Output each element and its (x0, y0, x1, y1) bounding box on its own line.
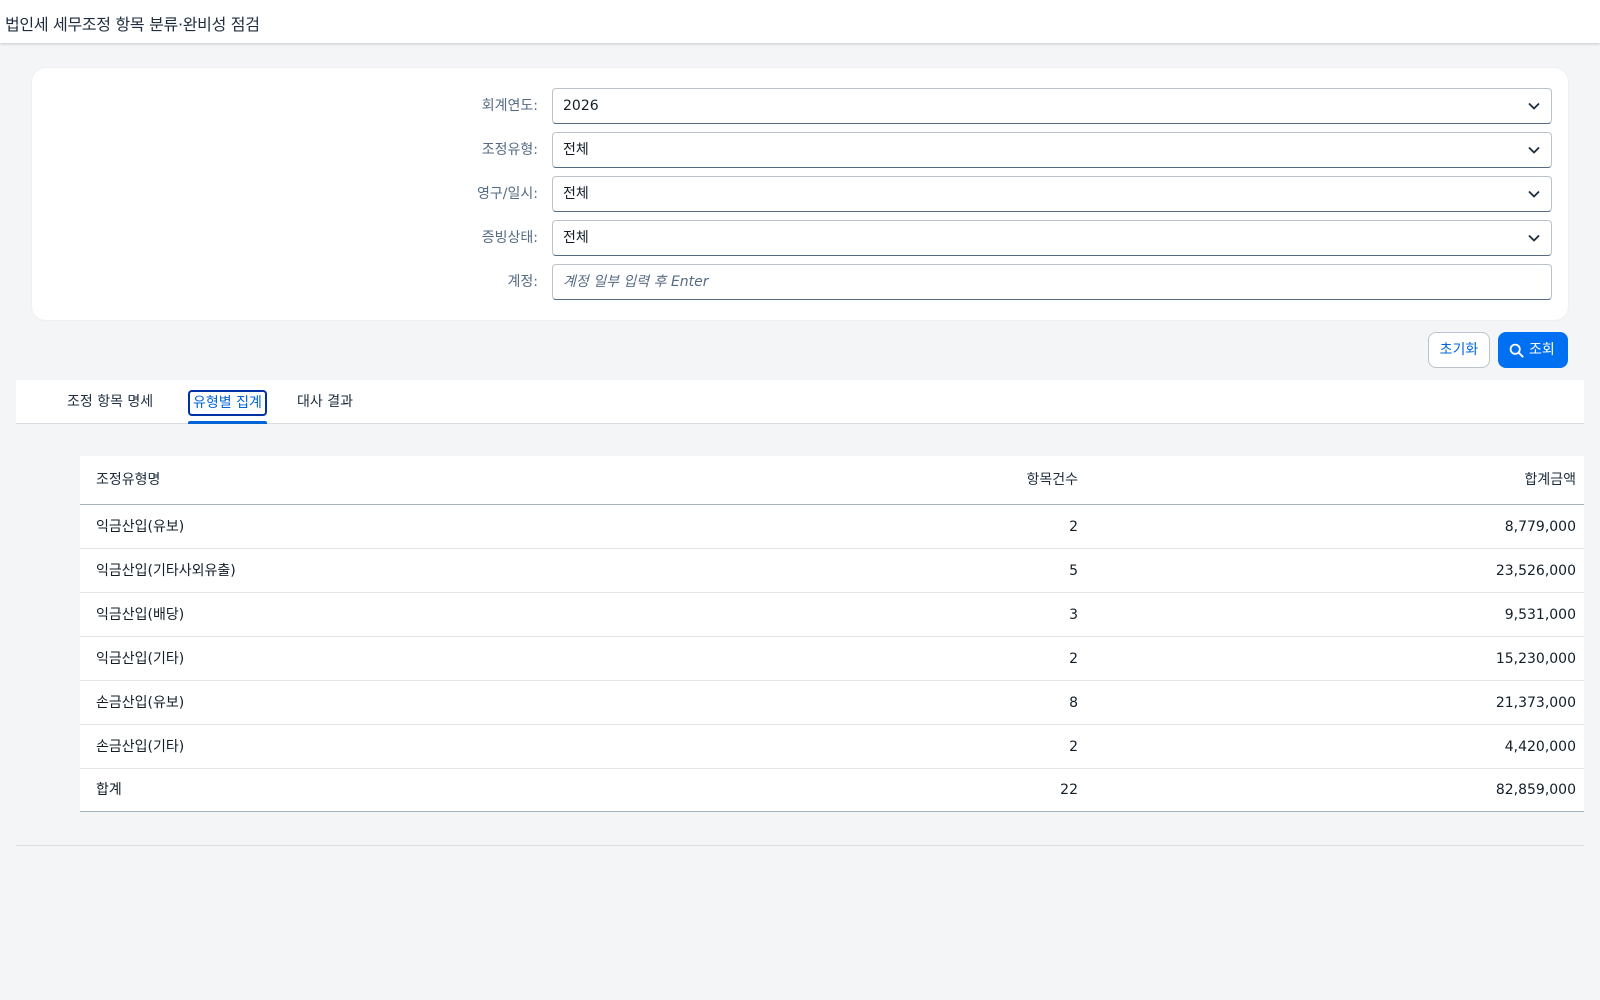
type-name-cell: 손금산입(유보) (96, 695, 185, 711)
item-count-cell: 2 (1069, 519, 1078, 535)
table-row[interactable]: 익금산입(배당) 3 9,531,000 (80, 593, 1584, 637)
total-amount-cell: 8,779,000 (1504, 519, 1576, 535)
tab-adjustment-details[interactable]: 조정 항목 명세 (67, 380, 153, 424)
type-name-cell: 익금산입(유보) (96, 519, 185, 535)
tab-reconciliation-results[interactable]: 대사 결과 (297, 380, 353, 424)
filter-account: 계정: (32, 264, 1568, 300)
filter-adjustment-type: 조정유형: 전체 (32, 132, 1568, 168)
column-header-total-amount[interactable]: 합계금액 (1524, 456, 1576, 504)
account-input[interactable] (552, 264, 1552, 300)
table-row[interactable]: 익금산입(기타) 2 15,230,000 (80, 637, 1584, 681)
tab-label: 유형별 집계 (188, 390, 267, 416)
chevron-down-icon (1528, 102, 1540, 110)
tab-selected-indicator (188, 421, 267, 424)
table-row[interactable]: 익금산입(기타사외유출) 5 23,526,000 (80, 549, 1584, 593)
item-count-cell: 2 (1069, 651, 1078, 667)
item-count-cell: 3 (1069, 607, 1078, 623)
permanence-label: 영구/일시: (477, 186, 538, 202)
filter-fiscal-year: 회계연도: 2026 (32, 88, 1568, 124)
type-summary-table: 조정유형명 항목건수 합계금액 익금산입(유보) 2 8,779,000 익금산… (80, 456, 1584, 812)
table-row[interactable]: 손금산입(기타) 2 4,420,000 (80, 725, 1584, 769)
type-name-cell: 손금산입(기타) (96, 739, 185, 755)
column-header-type-name[interactable]: 조정유형명 (96, 456, 160, 504)
table-row[interactable]: 손금산입(유보) 8 21,373,000 (80, 681, 1584, 725)
item-count-cell: 5 (1069, 563, 1078, 579)
filter-bar: 회계연도: 2026 조정유형: 전체 영구/일시: 전체 증빙상태: 전체 계… (32, 68, 1568, 320)
total-count-cell: 22 (1060, 782, 1078, 798)
table-header: 조정유형명 항목건수 합계금액 (80, 456, 1584, 505)
account-label: 계정: (507, 274, 538, 290)
total-amount-cell: 15,230,000 (1495, 651, 1576, 667)
search-icon (1509, 343, 1524, 358)
app-header: 법인세 세무조정 항목 분류·완비성 점검 (0, 0, 1600, 43)
item-count-cell: 2 (1069, 739, 1078, 755)
total-label: 합계 (96, 782, 122, 798)
filter-permanence: 영구/일시: 전체 (32, 176, 1568, 212)
permanence-value: 전체 (563, 186, 589, 202)
adjustment-type-value: 전체 (563, 142, 589, 158)
total-row: 합계 22 82,859,000 (80, 769, 1584, 812)
evidence-status-label: 증빙상태: (481, 230, 538, 246)
total-amount-cell: 21,373,000 (1495, 695, 1576, 711)
permanence-select[interactable]: 전체 (552, 176, 1552, 212)
content-divider (16, 845, 1584, 846)
tab-label: 대사 결과 (297, 394, 353, 410)
column-header-item-count[interactable]: 항목건수 (1026, 456, 1078, 504)
type-name-cell: 익금산입(기타사외유출) (96, 563, 236, 579)
type-name-cell: 익금산입(배당) (96, 607, 185, 623)
search-button-label: 조회 (1529, 342, 1555, 358)
evidence-status-value: 전체 (563, 230, 589, 246)
filter-evidence-status: 증빙상태: 전체 (32, 220, 1568, 256)
tab-type-summary[interactable]: 유형별 집계 (188, 380, 267, 424)
chevron-down-icon (1528, 190, 1540, 198)
chevron-down-icon (1528, 234, 1540, 242)
total-amount-sum-cell: 82,859,000 (1495, 782, 1576, 798)
chevron-down-icon (1528, 146, 1540, 154)
tab-bar: 조정 항목 명세 유형별 집계 대사 결과 (16, 380, 1584, 424)
evidence-status-select[interactable]: 전체 (552, 220, 1552, 256)
page-title: 법인세 세무조정 항목 분류·완비성 점검 (5, 15, 260, 34)
total-amount-cell: 4,420,000 (1504, 739, 1576, 755)
adjustment-type-select[interactable]: 전체 (552, 132, 1552, 168)
total-amount-cell: 23,526,000 (1495, 563, 1576, 579)
table-row[interactable]: 익금산입(유보) 2 8,779,000 (80, 505, 1584, 549)
total-amount-cell: 9,531,000 (1504, 607, 1576, 623)
fiscal-year-select[interactable]: 2026 (552, 88, 1552, 124)
fiscal-year-label: 회계연도: (481, 98, 538, 114)
item-count-cell: 8 (1069, 695, 1078, 711)
fiscal-year-value: 2026 (563, 98, 599, 114)
reset-button[interactable]: 초기화 (1428, 332, 1490, 368)
search-button[interactable]: 조회 (1498, 332, 1568, 368)
tab-label: 조정 항목 명세 (67, 394, 154, 410)
adjustment-type-label: 조정유형: (481, 142, 538, 158)
type-name-cell: 익금산입(기타) (96, 651, 185, 667)
